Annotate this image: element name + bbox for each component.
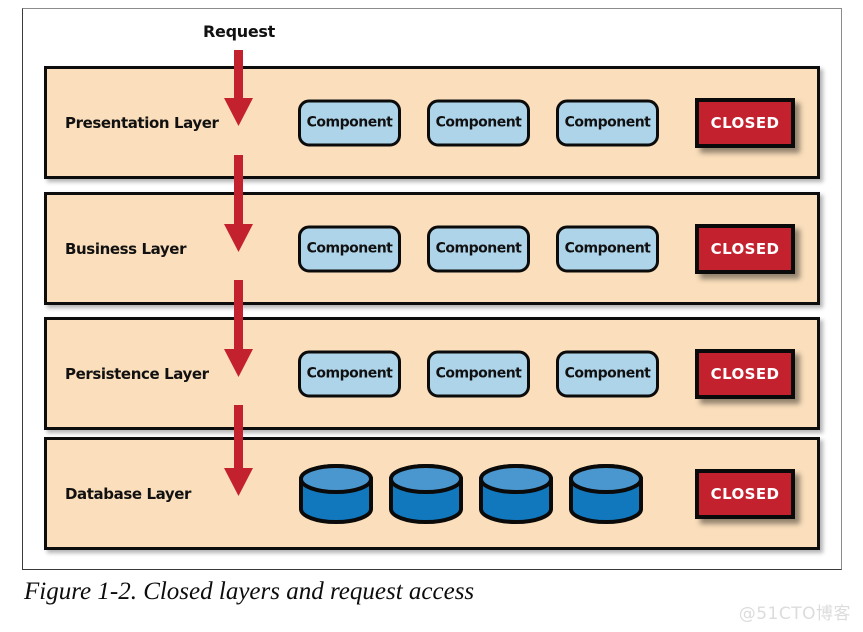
layer-band-business: Business Layer Component Component Compo… (44, 192, 820, 305)
layer-label: Presentation Layer (65, 113, 219, 132)
request-label: Request (203, 22, 275, 41)
layer-stack: Presentation Layer Component Component C… (44, 66, 820, 550)
database-row (298, 463, 644, 525)
layer-band-database: Database Layer CLOSED (44, 437, 820, 550)
component-row: Component Component Component (298, 350, 659, 397)
component-row: Component Component Component (298, 225, 659, 272)
layer-label: Database Layer (65, 484, 192, 503)
status-badge-closed: CLOSED (695, 348, 795, 399)
layer-band-persistence: Persistence Layer Component Component Co… (44, 317, 820, 430)
database-cylinder-icon[interactable] (298, 463, 374, 525)
status-badge-closed: CLOSED (695, 97, 795, 148)
database-cylinder-icon[interactable] (568, 463, 644, 525)
component-box[interactable]: Component (427, 350, 530, 397)
component-box[interactable]: Component (556, 350, 659, 397)
layer-label: Persistence Layer (65, 364, 209, 383)
component-box[interactable]: Component (427, 99, 530, 146)
component-row: Component Component Component (298, 99, 659, 146)
component-box[interactable]: Component (298, 350, 401, 397)
layer-label: Business Layer (65, 239, 187, 258)
figure-caption: Figure 1-2. Closed layers and request ac… (24, 578, 475, 605)
status-badge-closed: CLOSED (695, 468, 795, 519)
component-box[interactable]: Component (298, 225, 401, 272)
database-cylinder-icon[interactable] (478, 463, 554, 525)
component-box[interactable]: Component (298, 99, 401, 146)
status-badge-closed: CLOSED (695, 223, 795, 274)
component-box[interactable]: Component (427, 225, 530, 272)
component-box[interactable]: Component (556, 225, 659, 272)
database-cylinder-icon[interactable] (388, 463, 464, 525)
component-box[interactable]: Component (556, 99, 659, 146)
layer-band-presentation: Presentation Layer Component Component C… (44, 66, 820, 179)
watermark: @51CTO博客 (738, 604, 851, 624)
